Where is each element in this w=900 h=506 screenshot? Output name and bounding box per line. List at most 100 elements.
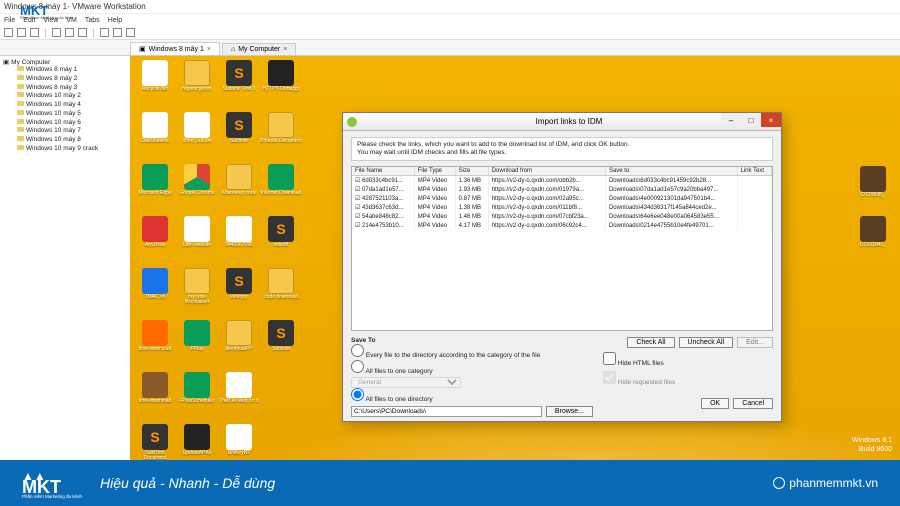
maximize-button[interactable]: □ [741, 113, 761, 127]
power-on-icon[interactable] [4, 28, 13, 37]
tree-root-my-computer[interactable]: ▣ My Computer [3, 58, 127, 66]
desktop-icon[interactable]: SSublText Document [134, 424, 176, 460]
idm-import-dialog: Import links to IDM – □ × Please check t… [342, 112, 782, 422]
menu-help[interactable]: Help [108, 17, 122, 24]
dialog-titlebar[interactable]: Import links to IDM – □ × [343, 113, 781, 131]
col-saveto[interactable]: Save to [605, 167, 737, 176]
guest-desktop[interactable]: Recycle BinregioncyjetimSSublime Text 3H… [130, 56, 900, 460]
brand-footer: ▲▲MKT Phần mềm Marketing đa kênh Hiệu qu… [0, 460, 900, 506]
globe-icon [773, 477, 785, 489]
desktop-icon[interactable]: UpdateAPKs [176, 424, 218, 460]
manage-snapshot-icon[interactable] [78, 28, 87, 37]
col-downloadfrom[interactable]: Download from [488, 167, 605, 176]
tree-item[interactable]: Windows 10 máy 5 [3, 110, 127, 119]
mkt-watermark-logo: MKT Phần mềm Marketing đa kênh [20, 6, 73, 20]
tree-item[interactable]: Windows 10 máy 4 [3, 101, 127, 110]
opt-category[interactable]: Every file to the directory according to… [351, 344, 593, 360]
desktop-icon[interactable]: dienthoaiPP [218, 320, 260, 372]
desktop-icon[interactable]: SSublslot [260, 320, 302, 372]
desktop-icon[interactable]: CaalShavesc [134, 112, 176, 164]
desktop-icon[interactable]: 5442067095 [218, 216, 260, 268]
desktop-icon[interactable]: Thiết kế web cơ b [218, 372, 260, 424]
tab-my-computer[interactable]: ⌂ My Computer × [222, 43, 296, 55]
desktop-icon[interactable]: AnyDesk [134, 216, 176, 268]
footer-site: phanmemmkt.vn [773, 476, 878, 490]
vmware-titlebar: Windows 8 máy 1 - VMware Workstation [0, 0, 900, 14]
tree-item[interactable]: Windows 10 máy 7 [3, 127, 127, 136]
tab-windows8-may1[interactable]: ▣ Windows 8 máy 1 × [130, 42, 220, 55]
desktop-icon[interactable]: SSublextr [218, 112, 260, 164]
tab-bar: ▣ Windows 8 máy 1 × ⌂ My Computer × [0, 40, 900, 56]
close-icon[interactable]: × [207, 46, 211, 53]
unity-icon[interactable] [113, 28, 122, 37]
tree-item[interactable]: Windows 10 máy 6 [3, 119, 127, 128]
desktop-icon[interactable]: Kharekeyr code [218, 164, 260, 216]
table-row[interactable]: 07da1ad1e57...MP4 Video1.93 MBhttps://v2… [352, 185, 772, 194]
desktop-icon[interactable]: UniKeyNT [218, 424, 260, 460]
col-size[interactable]: Size [455, 167, 488, 176]
cancel-button[interactable]: Cancel [733, 398, 773, 409]
col-filetype[interactable]: File Type [414, 167, 455, 176]
desktop-icon[interactable]: Làm website [176, 216, 218, 268]
edit-button[interactable]: Edit... [737, 337, 773, 348]
hide-requested-checkbox: Hide requested files [603, 371, 773, 386]
right-desktop-icons: DT29998_ DT191841_ [860, 166, 886, 249]
table-row[interactable]: 43d3637c63d...MP4 Video1.38 MBhttps://v2… [352, 203, 772, 212]
close-icon[interactable]: × [283, 46, 287, 53]
directory-input[interactable] [351, 406, 542, 417]
snapshot-icon[interactable] [52, 28, 61, 37]
table-row[interactable]: 54abe848c82...MP4 Video1.46 MBhttps://v2… [352, 212, 772, 221]
desktop-icon[interactable]: Khardat Document [260, 112, 302, 164]
tree-item[interactable]: Windows 10 may 9 crack [3, 145, 127, 154]
fullscreen-icon[interactable] [100, 28, 109, 37]
desktop-icon[interactable]: Svideo8 [260, 216, 302, 268]
desktop-icon[interactable]: Microsoft Edge [134, 164, 176, 216]
revert-icon[interactable] [65, 28, 74, 37]
desktop-icon[interactable]: Google Chrome [176, 164, 218, 216]
desktop-icon[interactable]: DT29998_ [860, 166, 886, 198]
desktop-icon[interactable]: DT191841_ [860, 216, 886, 248]
desktop-icon[interactable]: FPlus [176, 320, 218, 372]
suspend-icon[interactable] [30, 28, 39, 37]
desktop-icon[interactable]: time-download [134, 372, 176, 424]
table-row[interactable]: 4287521103a...MP4 Video0.87 MBhttps://v2… [352, 194, 772, 203]
desktop-icon[interactable] [260, 372, 302, 424]
desktop-icon[interactable]: Internet Download [260, 164, 302, 216]
desktop-icon[interactable]: Recycle Bin [134, 60, 176, 112]
desktop-icon[interactable]: Svideopy [218, 268, 260, 320]
tree-item[interactable]: Windows 8 máy 2 [3, 75, 127, 84]
tree-item[interactable]: Windows 10 máy 2 [3, 92, 127, 101]
desktop-icon[interactable]: chen_Lun.txt [176, 112, 218, 164]
opt-one-directory[interactable]: All files to one directory [351, 388, 593, 404]
tree-item[interactable]: Windows 10 máy 8 [3, 136, 127, 145]
col-linktext[interactable]: Link Text [737, 167, 772, 176]
check-all-button[interactable]: Check All [627, 337, 674, 348]
close-button[interactable]: × [761, 113, 781, 127]
tree-item[interactable]: Windows 8 máy 3 [3, 84, 127, 93]
desktop-icon[interactable]: regioncyjetim [176, 60, 218, 112]
desktop-icon[interactable]: code download [260, 268, 302, 320]
col-filename[interactable]: File Name [352, 167, 414, 176]
table-row[interactable]: 6d033c4bc91...MP4 Video1.36 MBhttps://v2… [352, 176, 772, 186]
minimize-button[interactable]: – [721, 113, 741, 127]
desktop-icon[interactable]: FPlusScheduler [176, 372, 218, 424]
menu-tabs[interactable]: Tabs [85, 17, 100, 24]
browse-button[interactable]: Browse... [546, 406, 593, 417]
desktop-icon[interactable]: time-download [134, 320, 176, 372]
table-row[interactable]: 214e4753b10...MP4 Video4.17 MBhttps://v2… [352, 221, 772, 230]
opt-one-category[interactable]: All files to one category [351, 360, 593, 376]
power-off-icon[interactable] [17, 28, 26, 37]
save-to-label: Save To [351, 337, 375, 344]
uncheck-all-button[interactable]: Uncheck All [679, 337, 734, 348]
hide-html-checkbox[interactable]: Hide HTML files [603, 352, 773, 367]
ok-button[interactable]: OK [701, 398, 729, 409]
desktop-icon[interactable]: mycycle filcctioalset [176, 268, 218, 320]
desktop-icon[interactable]: TMAC v6 [134, 268, 176, 320]
menu-file[interactable]: File [4, 17, 15, 24]
console-icon[interactable] [126, 28, 135, 37]
links-table[interactable]: File Name File Type Size Download from S… [351, 166, 773, 330]
desktop-icon[interactable]: HTTPS Debuggr [260, 60, 302, 112]
tree-item[interactable]: Windows 8 máy 1 [3, 66, 127, 75]
vm-tab-icon: ▣ [139, 45, 146, 53]
desktop-icon[interactable]: SSublime Text 3 [218, 60, 260, 112]
